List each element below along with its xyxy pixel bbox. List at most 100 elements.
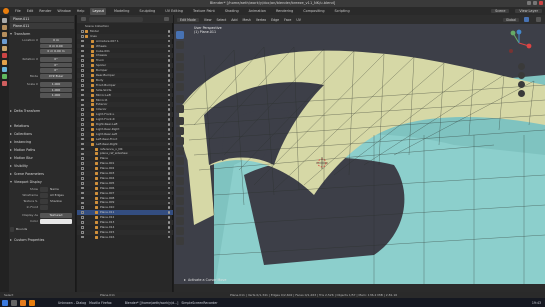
rip-region-icon[interactable] [176, 227, 184, 235]
zoom-icon[interactable] [518, 63, 525, 70]
visibility-eye-icon[interactable] [167, 230, 170, 234]
visibility-eye-icon[interactable] [167, 93, 170, 97]
wireframe-checkbox[interactable] [40, 193, 48, 198]
location-y-field[interactable]: 0 m 0.00 [40, 43, 72, 48]
exclude-checkbox[interactable] [81, 221, 84, 224]
visibility-eye-icon[interactable] [167, 103, 170, 107]
rotation-z-field[interactable]: 0° [40, 68, 72, 73]
exclude-checkbox[interactable] [81, 196, 84, 200]
visibility-eye-icon[interactable] [167, 49, 170, 53]
scene-tab-icon[interactable] [2, 46, 7, 51]
visibility-eye-icon[interactable] [167, 30, 170, 33]
exclude-checkbox[interactable] [81, 128, 84, 131]
knife-icon[interactable] [176, 157, 184, 165]
tab-rendering[interactable]: Rendering [274, 8, 295, 15]
texture-space-checkbox[interactable] [40, 199, 48, 204]
close-icon[interactable] [539, 1, 543, 5]
tab-compositing[interactable]: Compositing [301, 8, 326, 15]
navigation-gizmo[interactable] [505, 29, 533, 57]
visibility-eye-icon[interactable] [167, 167, 170, 170]
shading-solid-icon[interactable] [524, 17, 529, 22]
scale-z-field[interactable]: 1.000 [40, 93, 72, 98]
task-firefox[interactable]: Mozilla Firefox [89, 301, 112, 305]
exclude-checkbox[interactable] [81, 54, 84, 58]
extrude-icon[interactable] [176, 117, 184, 125]
task-recorder[interactable]: SimpleScreenRecorder [181, 301, 217, 305]
measure-icon[interactable] [176, 105, 184, 113]
scale-y-field[interactable]: 1.000 [40, 87, 72, 92]
menu-help[interactable]: Help [77, 9, 85, 13]
scale-x-field[interactable]: 1.000 [40, 82, 72, 87]
visibility-eye-icon[interactable] [167, 157, 170, 160]
location-x-field[interactable]: 0 m [40, 38, 72, 43]
exclude-checkbox[interactable] [81, 59, 84, 63]
visibility-section[interactable]: Visibility [10, 163, 74, 169]
visibility-eye-icon[interactable] [167, 162, 170, 165]
outliner-item[interactable]: Plane.016 [77, 235, 173, 240]
exclude-checkbox[interactable] [81, 201, 84, 205]
motion-paths-section[interactable]: Motion Paths [10, 147, 74, 153]
menu-window[interactable]: Window [57, 9, 70, 13]
mode-selector[interactable]: Edit Mode [177, 17, 199, 22]
exclude-checkbox[interactable] [81, 230, 84, 234]
tab-sculpting[interactable]: Sculpting [137, 8, 157, 15]
tab-texture-paint[interactable]: Texture Paint [191, 8, 217, 15]
visibility-eye-icon[interactable] [167, 69, 170, 72]
visibility-eye-icon[interactable] [167, 235, 170, 239]
menu-vertex[interactable]: Vertex [256, 18, 266, 22]
delta-transform-section[interactable]: Delta Transform [10, 108, 74, 114]
tab-modeling[interactable]: Modeling [112, 8, 131, 15]
exclude-checkbox[interactable] [81, 132, 84, 136]
viewport-display-section[interactable]: Viewport Display [10, 179, 74, 185]
display-mode-icon[interactable] [81, 17, 86, 21]
visibility-eye-icon[interactable] [167, 206, 170, 209]
magnet-icon[interactable] [176, 237, 184, 245]
outliner-search-input[interactable] [89, 16, 143, 22]
loop-cut-icon[interactable] [176, 147, 184, 155]
scene-selector[interactable]: Scene [491, 9, 510, 13]
cursor-icon[interactable] [176, 41, 184, 49]
object-name-field[interactable]: Plane.011 [10, 16, 74, 22]
menu-view[interactable]: View [204, 18, 212, 22]
tab-layout[interactable]: Layout [90, 7, 106, 15]
menu-add[interactable]: Add [231, 18, 237, 22]
visibility-eye-icon[interactable] [167, 113, 170, 116]
custom-properties-section[interactable]: Custom Properties [10, 237, 74, 243]
display-as-dropdown[interactable]: Textured [40, 213, 72, 218]
exclude-checkbox[interactable] [81, 88, 84, 92]
exclude-checkbox[interactable] [81, 44, 84, 48]
show-name-checkbox[interactable] [40, 187, 48, 192]
exclude-checkbox[interactable] [81, 30, 84, 33]
visibility-eye-icon[interactable] [167, 88, 170, 92]
visibility-eye-icon[interactable] [167, 196, 170, 200]
view-layer-selector[interactable]: View Layer [515, 9, 542, 13]
exclude-checkbox[interactable] [81, 216, 84, 219]
exclude-checkbox[interactable] [81, 123, 84, 126]
blender-logo-icon[interactable] [3, 8, 9, 14]
view-layer-tab-icon[interactable] [2, 39, 7, 44]
exclude-checkbox[interactable] [81, 152, 84, 156]
move-icon[interactable] [176, 53, 184, 61]
exclude-checkbox[interactable] [81, 103, 84, 107]
tab-uv-editing[interactable]: UV Editing [163, 8, 185, 15]
exclude-checkbox[interactable] [81, 172, 84, 175]
menu-mesh[interactable]: Mesh [242, 18, 250, 22]
instancing-section[interactable]: Instancing [10, 139, 74, 145]
collections-section[interactable]: Collections [10, 131, 74, 137]
minimize-icon[interactable] [527, 1, 531, 5]
exclude-checkbox[interactable] [81, 98, 84, 102]
motion-blur-section[interactable]: Motion Blur [10, 155, 74, 161]
exclude-checkbox[interactable] [81, 93, 84, 97]
exclude-checkbox[interactable] [81, 157, 84, 161]
visibility-eye-icon[interactable] [167, 226, 170, 229]
ortho-toggle-icon[interactable] [518, 90, 525, 97]
exclude-checkbox[interactable] [81, 79, 84, 82]
exclude-checkbox[interactable] [81, 108, 84, 112]
visibility-eye-icon[interactable] [167, 83, 170, 87]
visibility-eye-icon[interactable] [167, 98, 170, 102]
material-tab-icon[interactable] [2, 81, 7, 86]
last-operator-panel[interactable]: Activate a Cursor Move [184, 278, 226, 282]
exclude-checkbox[interactable] [81, 147, 84, 151]
filter-icon[interactable] [164, 17, 169, 21]
relations-section[interactable]: Relations [10, 123, 74, 129]
